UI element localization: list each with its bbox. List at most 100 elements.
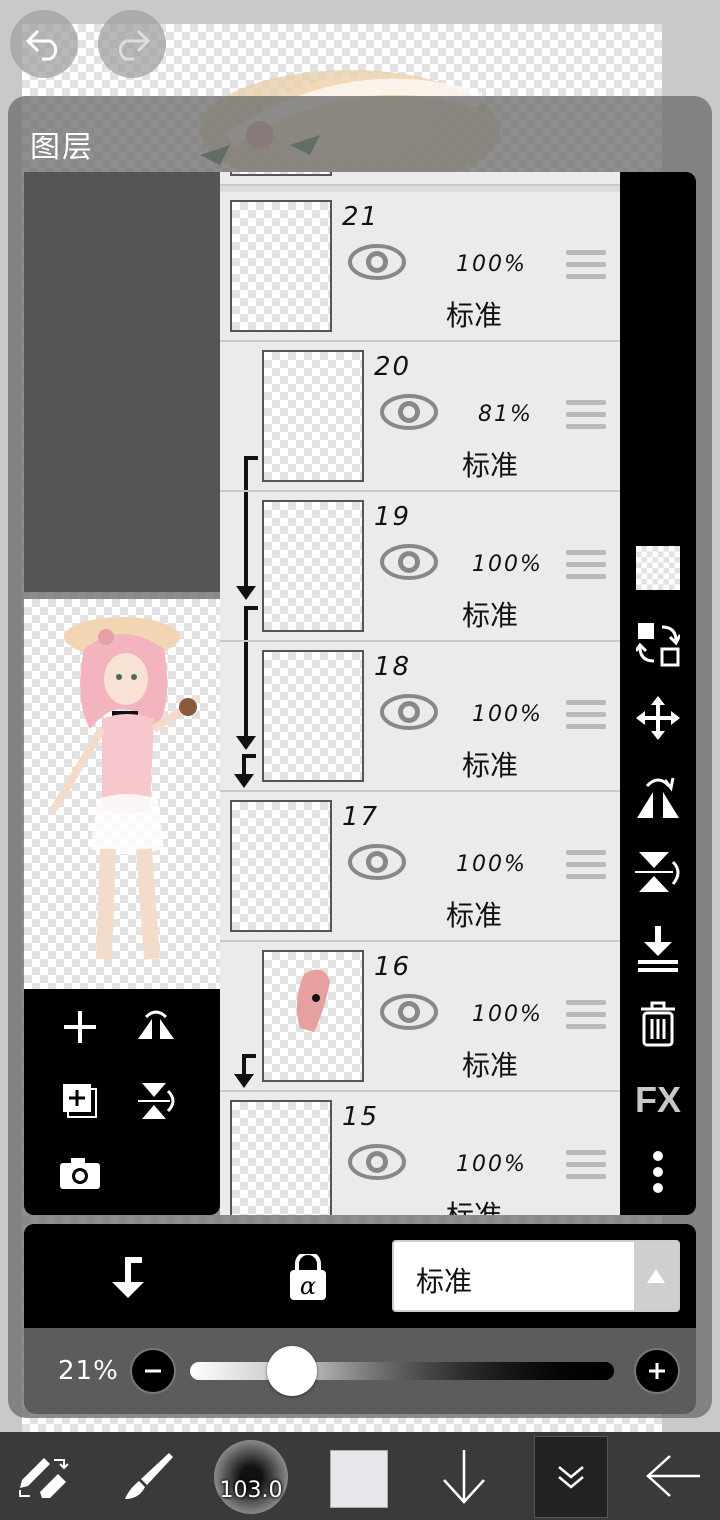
double-chevron-down-icon [558, 1466, 584, 1489]
canvas-preview[interactable] [24, 599, 220, 989]
clipping-arrow-icon [244, 606, 258, 640]
layer-opacity: 100% [456, 252, 527, 277]
scroll-down-button[interactable] [420, 1432, 508, 1520]
layer-item-20[interactable]: 20 81% 标准 [220, 342, 620, 492]
layer-thumbnail [230, 200, 332, 332]
preview-backdrop [24, 172, 220, 592]
clipping-arrow-icon [244, 456, 258, 490]
layer-blend-mode: 标准 [462, 449, 519, 482]
move-icon [636, 696, 680, 740]
visibility-eye-icon[interactable] [380, 694, 438, 730]
visibility-eye-icon[interactable] [380, 544, 438, 580]
import-photo-button[interactable] [52, 1145, 108, 1201]
drag-handle-icon[interactable] [566, 1150, 606, 1184]
add-layer-button[interactable] [52, 999, 108, 1055]
collapse-panel-button[interactable] [534, 1436, 608, 1518]
layer-list[interactable]: 标准 21 100% 标准 20 81% 标准 19 100% 标准 [220, 172, 620, 1215]
layer-blend-mode: 标准 [462, 749, 519, 782]
layer-opacity: 100% [456, 1152, 527, 1177]
undo-icon [25, 29, 58, 61]
clipping-arrow-icon [236, 642, 256, 750]
flip-layer-horizontal-button[interactable] [128, 999, 184, 1055]
brush-size-button[interactable]: 103.0 [214, 1440, 288, 1514]
preview-figure [50, 617, 197, 960]
layer-item-18[interactable]: 18 100% 标准 [220, 642, 620, 792]
layer-item-15[interactable]: 15 100% 标准 [220, 1092, 620, 1215]
plus-icon [64, 1011, 96, 1043]
clipping-arrow-icon [234, 754, 256, 788]
redo-button[interactable] [98, 10, 166, 78]
layer-number: 18 [374, 652, 412, 682]
visibility-eye-icon[interactable] [348, 244, 406, 280]
layer-item-21[interactable]: 21 100% 标准 [220, 192, 620, 342]
opacity-decrease-button[interactable] [130, 1348, 176, 1394]
layer-number: 15 [342, 1102, 380, 1132]
duplicate-layer-button[interactable] [52, 1073, 108, 1129]
layer-item-16[interactable]: 16 100% 标准 [220, 942, 620, 1092]
flip-horizontal-button[interactable] [632, 770, 684, 822]
layer-thumbnail [230, 1100, 332, 1215]
move-layer-button[interactable] [632, 692, 684, 744]
layer-blend-mode: 标准 [462, 599, 519, 632]
brush-tool-button[interactable] [104, 1432, 192, 1520]
opacity-gradient [190, 1362, 614, 1380]
layer-number: 17 [342, 802, 380, 832]
brush-size-value: 103.0 [219, 1478, 283, 1503]
swap-layer-icon [636, 623, 680, 667]
bottom-toolbar: 103.0 [0, 1432, 720, 1520]
flip-vertical-icon [138, 1083, 175, 1119]
layer-thumbnail [262, 350, 364, 482]
fx-button[interactable]: FX [632, 1074, 684, 1126]
visibility-eye-icon[interactable] [380, 394, 438, 430]
alpha-lock-button[interactable]: α [278, 1248, 338, 1308]
layer-thumbnail [230, 172, 332, 176]
visibility-eye-icon[interactable] [348, 1144, 406, 1180]
layer-opacity: 100% [456, 852, 527, 877]
layer-blend-mode: 标准 [446, 299, 503, 332]
layer-item-partial[interactable]: 标准 [220, 172, 620, 186]
dropdown-arrow-icon[interactable] [634, 1242, 678, 1310]
svg-text:α: α [300, 1272, 316, 1300]
back-button[interactable] [630, 1432, 718, 1520]
clipping-icon [112, 1257, 144, 1298]
swap-layer-button[interactable] [632, 618, 684, 670]
opacity-increase-button[interactable] [634, 1348, 680, 1394]
flip-vertical-button[interactable] [632, 846, 684, 898]
trash-icon [641, 1001, 675, 1047]
layer-opacity: 100% [472, 552, 543, 577]
drag-handle-icon[interactable] [566, 850, 606, 884]
blend-mode-value: 标准 [416, 1265, 473, 1298]
undo-button[interactable] [10, 10, 78, 78]
alpha-lock-icon: α [290, 1254, 326, 1300]
opacity-slider-thumb[interactable] [266, 1346, 317, 1396]
drag-handle-icon[interactable] [566, 400, 606, 434]
transparency-checker-icon [636, 546, 680, 590]
more-options-button[interactable] [632, 1146, 684, 1198]
layer-number: 19 [374, 502, 412, 532]
layer-item-19[interactable]: 19 100% 标准 [220, 492, 620, 642]
left-tool-group [24, 989, 220, 1215]
color-swatch[interactable] [330, 1450, 388, 1508]
opacity-control: 21% [24, 1328, 696, 1414]
drag-handle-icon[interactable] [566, 1000, 606, 1034]
layer-item-17[interactable]: 17 100% 标准 [220, 792, 620, 942]
layer-thumbnail [230, 800, 332, 932]
delete-layer-button[interactable] [632, 998, 684, 1050]
visibility-eye-icon[interactable] [348, 844, 406, 880]
arrow-down-icon [443, 1450, 485, 1504]
clipping-toggle-button[interactable] [100, 1252, 152, 1304]
arrow-left-icon [646, 1455, 700, 1497]
merge-down-button[interactable] [632, 922, 684, 974]
visibility-eye-icon[interactable] [380, 994, 438, 1030]
flip-horizontal-icon [637, 777, 679, 818]
drag-handle-icon[interactable] [566, 700, 606, 734]
redo-icon [118, 29, 151, 61]
tool-switch-button[interactable] [0, 1432, 88, 1520]
blend-mode-select[interactable]: 标准 [392, 1240, 680, 1312]
drag-handle-icon[interactable] [566, 250, 606, 284]
transparency-checker-button[interactable] [632, 542, 684, 594]
drag-handle-icon[interactable] [566, 550, 606, 584]
layer-number: 21 [342, 202, 380, 232]
opacity-slider-track[interactable] [190, 1362, 614, 1380]
flip-layer-vertical-button[interactable] [128, 1073, 184, 1129]
